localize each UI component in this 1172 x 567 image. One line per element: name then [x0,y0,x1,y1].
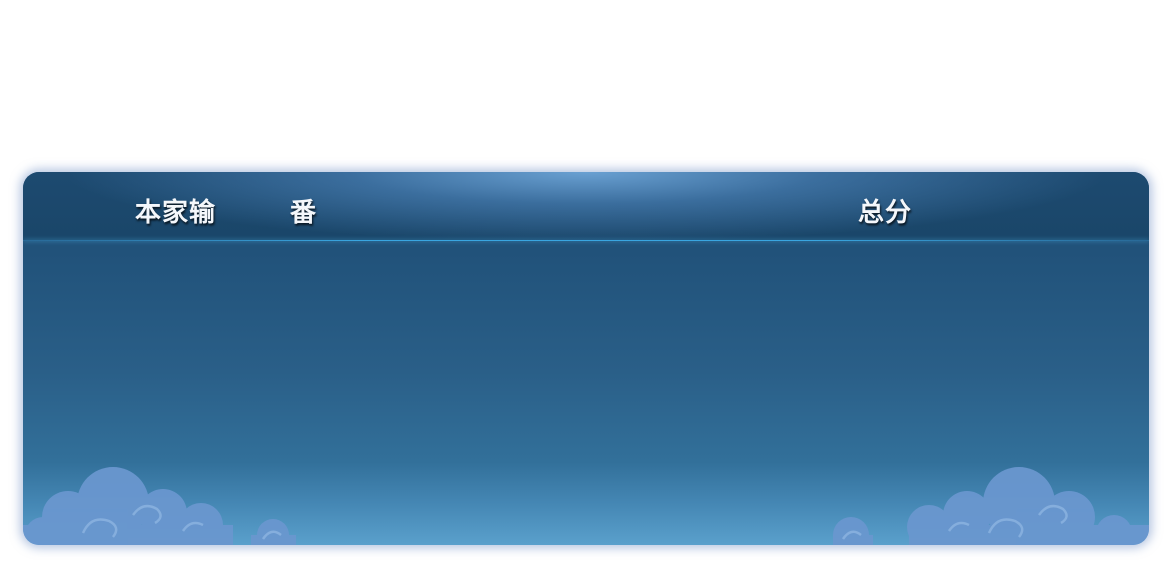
header-divider [23,240,1149,241]
cloud-right-icon [833,467,1149,545]
column-header-fan: 番 [290,198,318,228]
score-table-header: 本家输 番 总分 [23,172,1149,240]
score-panel: 本家输 番 总分 [23,172,1149,545]
column-header-total-score: 总分 [858,198,913,228]
column-header-loser: 本家输 [135,198,217,228]
cloud-left-icon [23,467,296,545]
